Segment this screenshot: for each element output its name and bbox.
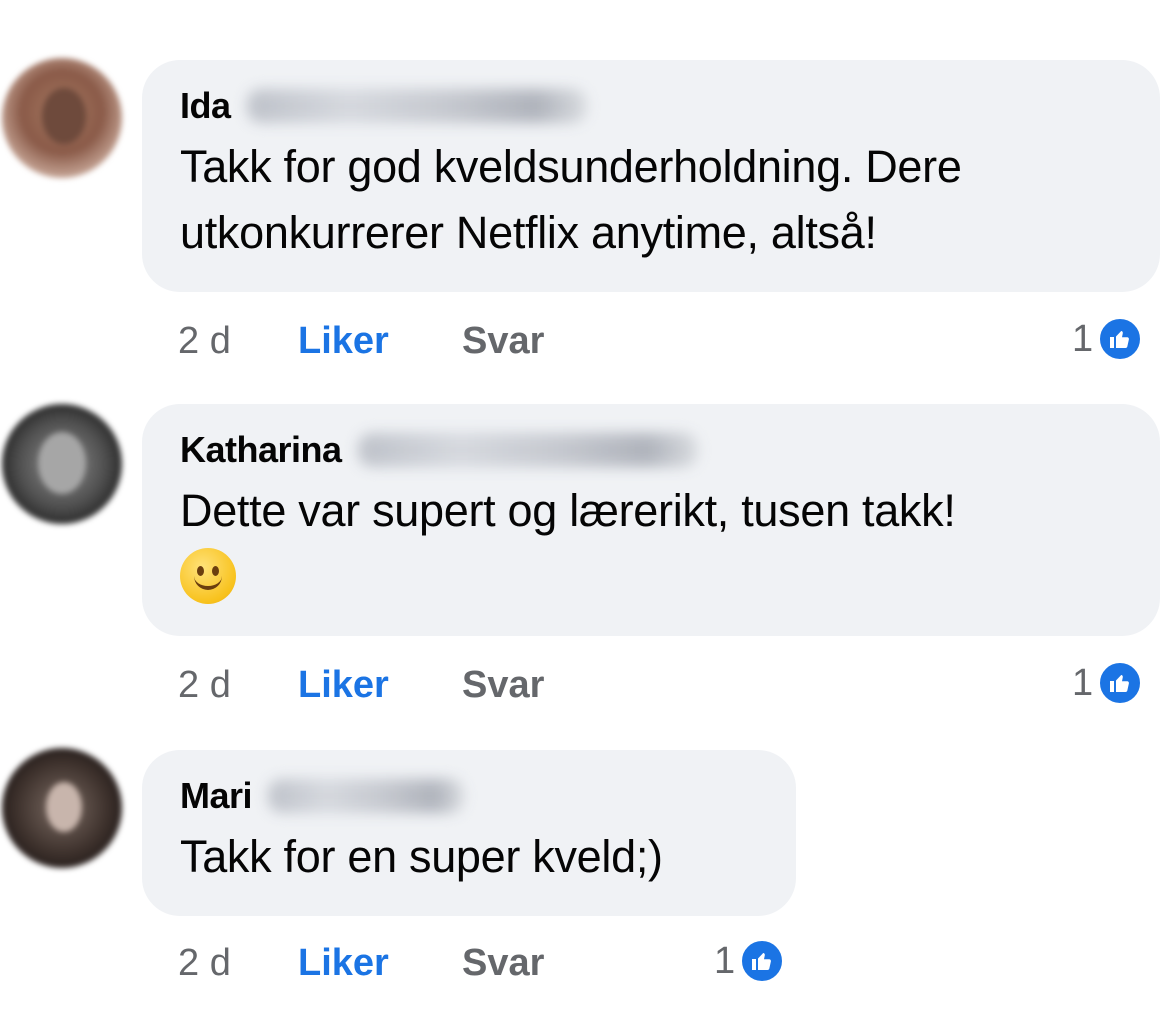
comment-text-line: Takk for god kveldsunderholdning. Dere <box>180 141 962 192</box>
redacted-surname <box>268 779 465 813</box>
comment-text: Dette var supert og lærerikt, tusen takk… <box>180 478 1122 622</box>
avatar[interactable] <box>2 404 122 524</box>
comment-text: Takk for en super kveld;) <box>180 824 758 890</box>
comment-time[interactable]: 2 d <box>178 320 298 363</box>
like-button[interactable]: Liker <box>298 320 462 363</box>
comment-actions: 2 d Liker Svar <box>178 938 544 988</box>
avatar[interactable] <box>2 748 122 868</box>
reaction-summary[interactable]: 1 <box>1072 658 1144 708</box>
reaction-count: 1 <box>1072 661 1094 704</box>
redacted-surname <box>357 433 698 467</box>
reply-button[interactable]: Svar <box>462 664 544 707</box>
reaction-summary[interactable]: 1 <box>1072 314 1144 364</box>
avatar[interactable] <box>2 58 122 178</box>
comment-text-line: Dette var supert og lærerikt, tusen takk… <box>180 485 956 536</box>
thumbs-up-icon <box>1097 316 1144 362</box>
comment-bubble: Mari Takk for en super kveld;) <box>142 750 796 916</box>
thumbs-up-icon <box>739 938 786 984</box>
comment-time[interactable]: 2 d <box>178 664 298 707</box>
comment-author[interactable]: Ida <box>180 85 231 127</box>
comment-text-line: utkonkurrerer Netflix anytime, altså! <box>180 207 877 258</box>
comment-text: Takk for god kveldsunderholdning. Dere u… <box>180 134 1122 266</box>
comment-bubble: Ida Takk for god kveldsunderholdning. De… <box>142 60 1160 292</box>
smiling-face-emoji-icon <box>180 548 236 604</box>
thumbs-up-icon <box>1097 660 1144 706</box>
redacted-surname <box>246 89 587 123</box>
reply-button[interactable]: Svar <box>462 320 544 363</box>
like-button[interactable]: Liker <box>298 664 462 707</box>
comment-time[interactable]: 2 d <box>178 942 298 985</box>
comment-actions: 2 d Liker Svar <box>178 316 544 366</box>
comment-actions: 2 d Liker Svar <box>178 660 544 710</box>
reaction-summary[interactable]: 1 <box>714 936 786 986</box>
reply-button[interactable]: Svar <box>462 942 544 985</box>
comment-author[interactable]: Katharina <box>180 429 342 471</box>
like-button[interactable]: Liker <box>298 942 462 985</box>
reaction-count: 1 <box>1072 317 1094 360</box>
comment-author[interactable]: Mari <box>180 775 253 817</box>
comment-bubble: Katharina Dette var supert og lærerikt, … <box>142 404 1160 636</box>
reaction-count: 1 <box>714 939 736 982</box>
comment-text-line: Takk for en super kveld;) <box>180 831 663 882</box>
